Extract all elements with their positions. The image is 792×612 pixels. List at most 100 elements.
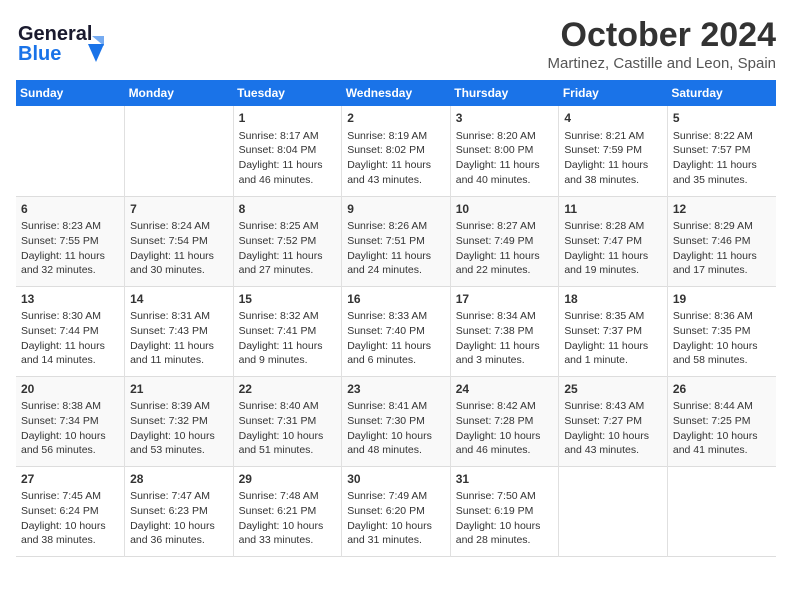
daylight-text: Daylight: 10 hours and 31 minutes. — [347, 519, 445, 548]
sunrise-text: Sunrise: 8:39 AM — [130, 399, 228, 414]
daylight-text: Daylight: 10 hours and 53 minutes. — [130, 429, 228, 458]
calendar-cell: 5Sunrise: 8:22 AMSunset: 7:57 PMDaylight… — [667, 106, 776, 196]
sunrise-text: Sunrise: 8:28 AM — [564, 219, 662, 234]
calendar-cell: 22Sunrise: 8:40 AMSunset: 7:31 PMDayligh… — [233, 376, 342, 466]
day-number: 14 — [130, 291, 228, 308]
sunset-text: Sunset: 7:54 PM — [130, 234, 228, 249]
calendar-cell: 31Sunrise: 7:50 AMSunset: 6:19 PMDayligh… — [450, 466, 559, 556]
sunrise-text: Sunrise: 8:34 AM — [456, 309, 554, 324]
day-number: 5 — [673, 110, 771, 127]
calendar-cell: 8Sunrise: 8:25 AMSunset: 7:52 PMDaylight… — [233, 196, 342, 286]
day-number: 9 — [347, 201, 445, 218]
sunrise-text: Sunrise: 8:36 AM — [673, 309, 771, 324]
sunrise-text: Sunrise: 8:20 AM — [456, 129, 554, 144]
day-number: 15 — [239, 291, 337, 308]
sunrise-text: Sunrise: 8:42 AM — [456, 399, 554, 414]
calendar-cell: 30Sunrise: 7:49 AMSunset: 6:20 PMDayligh… — [342, 466, 451, 556]
day-number: 18 — [564, 291, 662, 308]
sunrise-text: Sunrise: 8:25 AM — [239, 219, 337, 234]
daylight-text: Daylight: 11 hours and 1 minute. — [564, 339, 662, 368]
week-row-5: 27Sunrise: 7:45 AMSunset: 6:24 PMDayligh… — [16, 466, 776, 556]
day-number: 20 — [21, 381, 119, 398]
calendar-cell: 19Sunrise: 8:36 AMSunset: 7:35 PMDayligh… — [667, 286, 776, 376]
month-title: October 2024 — [548, 16, 776, 55]
sunrise-text: Sunrise: 7:50 AM — [456, 489, 554, 504]
daylight-text: Daylight: 11 hours and 3 minutes. — [456, 339, 554, 368]
calendar-cell: 2Sunrise: 8:19 AMSunset: 8:02 PMDaylight… — [342, 106, 451, 196]
calendar-cell: 20Sunrise: 8:38 AMSunset: 7:34 PMDayligh… — [16, 376, 125, 466]
sunrise-text: Sunrise: 8:32 AM — [239, 309, 337, 324]
logo: General Blue — [16, 16, 106, 68]
day-of-week-thursday: Thursday — [450, 80, 559, 106]
sunset-text: Sunset: 7:38 PM — [456, 324, 554, 339]
day-number: 31 — [456, 471, 554, 488]
day-of-week-wednesday: Wednesday — [342, 80, 451, 106]
daylight-text: Daylight: 10 hours and 41 minutes. — [673, 429, 771, 458]
calendar-cell: 14Sunrise: 8:31 AMSunset: 7:43 PMDayligh… — [125, 286, 234, 376]
calendar-cell: 29Sunrise: 7:48 AMSunset: 6:21 PMDayligh… — [233, 466, 342, 556]
calendar-cell: 27Sunrise: 7:45 AMSunset: 6:24 PMDayligh… — [16, 466, 125, 556]
sunrise-text: Sunrise: 7:45 AM — [21, 489, 119, 504]
calendar-table: SundayMondayTuesdayWednesdayThursdayFrid… — [16, 80, 776, 557]
sunrise-text: Sunrise: 7:48 AM — [239, 489, 337, 504]
calendar-cell: 26Sunrise: 8:44 AMSunset: 7:25 PMDayligh… — [667, 376, 776, 466]
day-of-week-sunday: Sunday — [16, 80, 125, 106]
sunset-text: Sunset: 7:37 PM — [564, 324, 662, 339]
sunset-text: Sunset: 7:43 PM — [130, 324, 228, 339]
week-row-1: 1Sunrise: 8:17 AMSunset: 8:04 PMDaylight… — [16, 106, 776, 196]
sunset-text: Sunset: 7:59 PM — [564, 143, 662, 158]
day-number: 8 — [239, 201, 337, 218]
sunrise-text: Sunrise: 8:44 AM — [673, 399, 771, 414]
day-of-week-friday: Friday — [559, 80, 668, 106]
sunset-text: Sunset: 7:44 PM — [21, 324, 119, 339]
day-number: 10 — [456, 201, 554, 218]
calendar-cell: 24Sunrise: 8:42 AMSunset: 7:28 PMDayligh… — [450, 376, 559, 466]
day-number: 26 — [673, 381, 771, 398]
sunset-text: Sunset: 7:57 PM — [673, 143, 771, 158]
daylight-text: Daylight: 10 hours and 28 minutes. — [456, 519, 554, 548]
day-number: 3 — [456, 110, 554, 127]
daylight-text: Daylight: 10 hours and 46 minutes. — [456, 429, 554, 458]
calendar-cell: 9Sunrise: 8:26 AMSunset: 7:51 PMDaylight… — [342, 196, 451, 286]
header: General Blue October 2024 Martinez, Cast… — [16, 16, 776, 72]
sunset-text: Sunset: 7:49 PM — [456, 234, 554, 249]
sunrise-text: Sunrise: 8:26 AM — [347, 219, 445, 234]
sunrise-text: Sunrise: 7:47 AM — [130, 489, 228, 504]
sunset-text: Sunset: 6:20 PM — [347, 504, 445, 519]
svg-text:Blue: Blue — [18, 43, 61, 65]
calendar-cell: 18Sunrise: 8:35 AMSunset: 7:37 PMDayligh… — [559, 286, 668, 376]
daylight-text: Daylight: 11 hours and 22 minutes. — [456, 249, 554, 278]
day-number: 6 — [21, 201, 119, 218]
calendar-cell: 25Sunrise: 8:43 AMSunset: 7:27 PMDayligh… — [559, 376, 668, 466]
sunrise-text: Sunrise: 8:41 AM — [347, 399, 445, 414]
days-header-row: SundayMondayTuesdayWednesdayThursdayFrid… — [16, 80, 776, 106]
sunrise-text: Sunrise: 8:43 AM — [564, 399, 662, 414]
week-row-2: 6Sunrise: 8:23 AMSunset: 7:55 PMDaylight… — [16, 196, 776, 286]
day-number: 2 — [347, 110, 445, 127]
day-of-week-saturday: Saturday — [667, 80, 776, 106]
calendar-cell: 11Sunrise: 8:28 AMSunset: 7:47 PMDayligh… — [559, 196, 668, 286]
sunset-text: Sunset: 7:55 PM — [21, 234, 119, 249]
sunset-text: Sunset: 8:04 PM — [239, 143, 337, 158]
day-number: 25 — [564, 381, 662, 398]
calendar-cell — [16, 106, 125, 196]
calendar-cell: 12Sunrise: 8:29 AMSunset: 7:46 PMDayligh… — [667, 196, 776, 286]
sunrise-text: Sunrise: 8:33 AM — [347, 309, 445, 324]
sunset-text: Sunset: 8:02 PM — [347, 143, 445, 158]
sunset-text: Sunset: 7:52 PM — [239, 234, 337, 249]
calendar-cell: 15Sunrise: 8:32 AMSunset: 7:41 PMDayligh… — [233, 286, 342, 376]
day-number: 4 — [564, 110, 662, 127]
daylight-text: Daylight: 11 hours and 43 minutes. — [347, 158, 445, 187]
sunrise-text: Sunrise: 8:21 AM — [564, 129, 662, 144]
sunset-text: Sunset: 7:40 PM — [347, 324, 445, 339]
day-number: 1 — [239, 110, 337, 127]
sunrise-text: Sunrise: 8:40 AM — [239, 399, 337, 414]
calendar-cell: 6Sunrise: 8:23 AMSunset: 7:55 PMDaylight… — [16, 196, 125, 286]
daylight-text: Daylight: 11 hours and 32 minutes. — [21, 249, 119, 278]
daylight-text: Daylight: 10 hours and 51 minutes. — [239, 429, 337, 458]
sunset-text: Sunset: 7:25 PM — [673, 414, 771, 429]
daylight-text: Daylight: 10 hours and 33 minutes. — [239, 519, 337, 548]
sunset-text: Sunset: 6:19 PM — [456, 504, 554, 519]
daylight-text: Daylight: 10 hours and 36 minutes. — [130, 519, 228, 548]
sunset-text: Sunset: 7:34 PM — [21, 414, 119, 429]
